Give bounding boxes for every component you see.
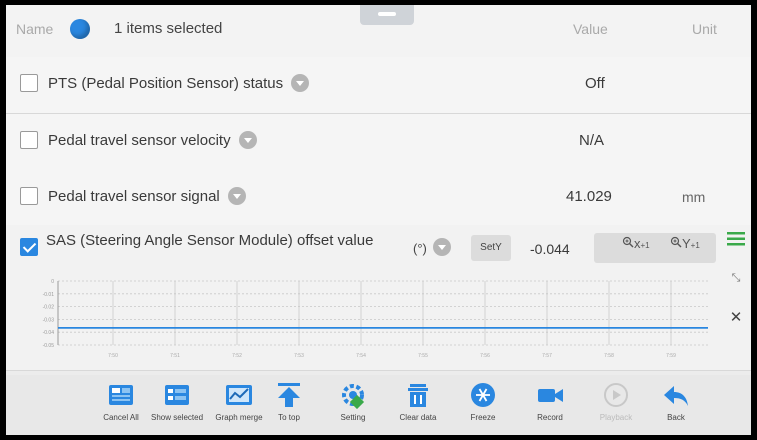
unit-column-header: Unit [692,21,717,37]
toolbar-label: Playback [599,413,633,422]
info-icon[interactable] [70,19,90,39]
zoom-in-icon [670,236,682,248]
selection-count: 1 items selected [114,20,223,37]
parameter-value: 41.029 [566,188,612,205]
toolbar-label: Freeze [470,413,496,422]
x-tick-label: 7:50 [108,353,118,359]
y-tick-label: 0 [51,279,54,285]
zoom-y-step: +1 [690,241,700,250]
x-tick-label: 7:59 [666,353,676,359]
toolbar-label: Setting [340,413,366,422]
clear-data-button[interactable]: Clear data [385,381,451,422]
zoom-x-button[interactable]: x+1 [622,236,650,251]
parameter-name: SAS (Steering Angle Sensor Module) offse… [46,232,374,249]
setting-button[interactable]: Setting [320,381,386,422]
menu-icon[interactable] [725,231,747,253]
parameter-name: PTS (Pedal Position Sensor) status [48,74,310,93]
x-tick-label: 7:56 [480,353,490,359]
parameter-value: Off [585,75,605,92]
parameter-name-text: Pedal travel sensor velocity [48,132,231,149]
toolbar-label: Record [537,413,563,422]
row-checkbox[interactable] [20,131,38,149]
x-tick-label: 7:54 [356,353,366,359]
x-tick-label: 7:55 [418,353,428,359]
zoom-x-step: +1 [640,241,650,250]
y-tick-label: -0.01 [43,292,55,298]
back-button[interactable]: Back [643,381,709,422]
show-selected-button[interactable]: Show selected [144,381,210,422]
row-checkbox[interactable] [20,187,38,205]
freeze-icon [471,383,495,407]
x-tick-label: 7:51 [170,353,180,359]
help-dropdown-icon[interactable] [433,238,451,256]
line-chart: 0 -0.01 -0.02 -0.03 -0.04 -0.05 7:50 7:51 7:52 7:… [43,279,708,359]
y-tick-label: -0.03 [43,317,55,323]
playback-icon [604,383,628,407]
zoom-in-icon [622,236,634,248]
x-tick-label: 7:58 [604,353,614,359]
value-column-header: Value [573,21,608,37]
zoom-y-button[interactable]: Y+1 [670,236,700,251]
help-dropdown-icon[interactable] [227,187,246,206]
freeze-button[interactable]: Freeze [450,381,516,422]
set-y-button[interactable]: SetY [471,235,511,261]
to-top-button[interactable]: To top [256,381,322,422]
cancel-all-icon [109,385,133,405]
back-icon [664,386,688,406]
close-icon[interactable]: ✕ [725,307,747,329]
zoom-controls: x+1 Y+1 [594,233,716,263]
show-selected-icon [165,385,189,405]
y-tick-label: -0.04 [43,330,55,336]
y-tick-label: -0.02 [43,305,55,311]
list-header: Name 1 items selected Value Unit [6,5,751,58]
to-top-icon [278,383,300,407]
y-tick-label: -0.05 [43,343,55,349]
x-tick-label: 7:52 [232,353,242,359]
zoom-y-label: Y [682,236,691,251]
list-item[interactable]: PTS (Pedal Position Sensor) status Off [6,57,751,114]
toolbar-label: To top [278,413,300,422]
help-dropdown-icon[interactable] [238,131,257,150]
list-item[interactable]: Pedal travel sensor velocity N/A [6,114,751,171]
x-tick-label: 7:57 [542,353,552,359]
record-icon [538,389,563,402]
parameter-name-text: PTS (Pedal Position Sensor) status [48,75,284,92]
parameter-unit: (°) [413,241,427,256]
clear-data-icon [408,384,428,407]
toolbar-label: Back [667,413,685,422]
parameter-unit: mm [682,189,706,205]
screen: Name 1 items selected Value Unit PTS (Pe… [6,5,751,435]
record-button[interactable]: Record [517,381,583,422]
playback-button[interactable]: Playback [583,381,649,422]
x-tick-label: 7:53 [294,353,304,359]
graph-list-item[interactable]: SAS (Steering Angle Sensor Module) offse… [6,225,751,371]
parameter-value: N/A [579,132,605,149]
row-checkbox[interactable] [20,74,38,92]
parameter-name-text: Pedal travel sensor signal [48,188,220,205]
toolbar-label: Clear data [399,413,437,422]
toolbar-label: Show selected [150,413,204,422]
expand-icon[interactable]: ⤡ [725,267,747,289]
help-dropdown-icon[interactable] [291,74,310,93]
setting-icon [342,384,365,409]
row-checkbox-checked[interactable] [20,238,38,256]
graph-merge-icon [226,385,252,405]
parameter-value: -0.044 [530,241,570,257]
list-item[interactable]: Pedal travel sensor signal 41.029 mm [6,170,751,227]
bottom-toolbar: Cancel All Show selected Graph merge To top… [6,375,751,435]
parameter-name: Pedal travel sensor signal [48,187,246,206]
collapse-handle[interactable] [360,5,414,25]
name-column-header[interactable]: Name [16,21,53,37]
parameter-name: Pedal travel sensor velocity [48,131,257,150]
